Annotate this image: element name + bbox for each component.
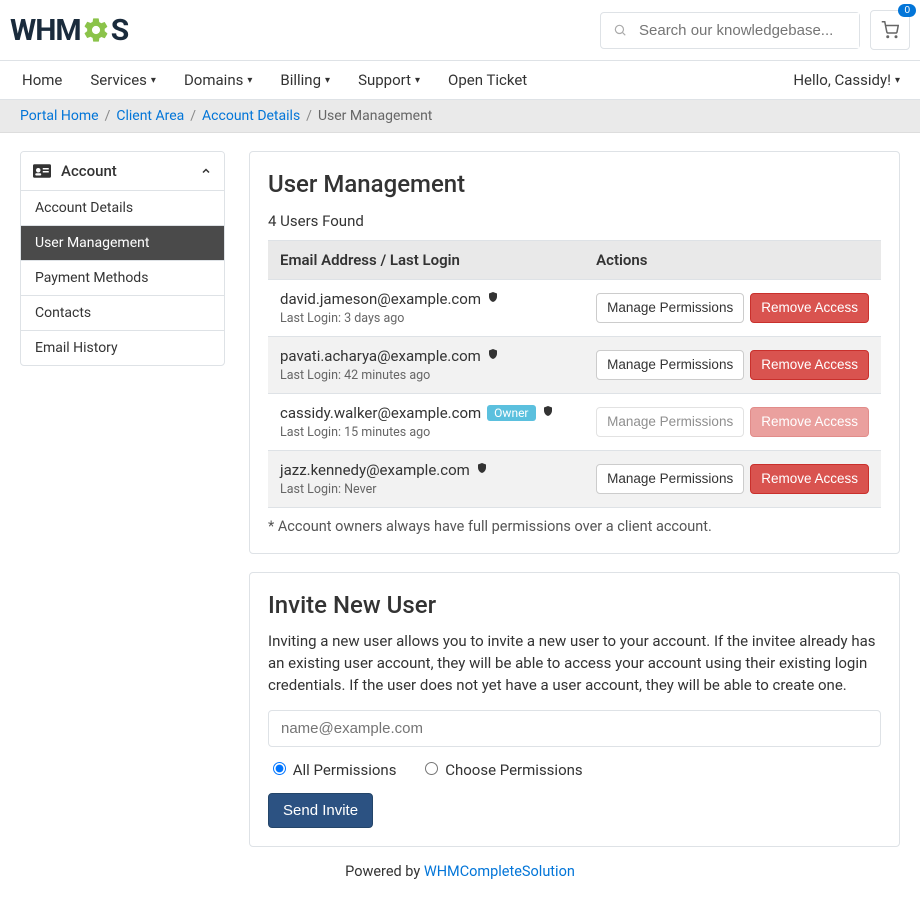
nav-item-billing[interactable]: Billing ▾ (266, 61, 344, 99)
remove-access-button[interactable]: Remove Access (750, 464, 869, 494)
invite-heading: Invite New User (268, 591, 881, 619)
breadcrumb-item[interactable]: Portal Home (20, 108, 99, 124)
users-table: Email Address / Last Login Actions david… (268, 240, 881, 508)
table-row: jazz.kennedy@example.com Last Login: Nev… (268, 451, 881, 508)
nav-item-label: Billing (280, 71, 321, 89)
remove-access-button[interactable]: Remove Access (750, 350, 869, 380)
breadcrumb-item: User Management (318, 108, 432, 124)
chevron-down-icon: ▾ (895, 75, 900, 86)
main-nav: Home Services ▾ Domains ▾ Billing ▾ Support ▾ Ope… (20, 61, 541, 99)
shield-icon (476, 461, 488, 479)
last-login: Last Login: Never (280, 482, 572, 497)
nav-item-label: Services (90, 71, 147, 89)
radio-choose-label: Choose Permissions (445, 761, 582, 779)
cart-button[interactable]: 0 (870, 10, 910, 50)
sidebar-item-account-details[interactable]: Account Details (21, 191, 224, 226)
nav-item-open-ticket[interactable]: Open Ticket (434, 61, 541, 99)
search-icon (601, 23, 639, 37)
page-title: User Management (268, 170, 881, 198)
breadcrumb-item[interactable]: Account Details (202, 108, 300, 124)
breadcrumb-item[interactable]: Client Area (116, 108, 184, 124)
sidebar-account-panel: Account Account DetailsUser ManagementPa… (20, 151, 225, 366)
sidebar-account-toggle[interactable]: Account (21, 152, 224, 191)
user-management-card: User Management 4 Users Found Email Addr… (249, 151, 900, 554)
table-row: david.jameson@example.com Last Login: 3 … (268, 280, 881, 337)
id-card-icon (33, 164, 51, 178)
chevron-down-icon: ▾ (151, 75, 156, 86)
nav-item-domains[interactable]: Domains ▾ (170, 61, 266, 99)
radio-all-permissions[interactable]: All Permissions (268, 759, 396, 779)
logo[interactable]: WHM S (10, 13, 128, 48)
sidebar-item-user-management[interactable]: User Management (21, 226, 224, 261)
invite-blurb: Inviting a new user allows you to invite… (268, 631, 881, 696)
nav-item-label: Domains (184, 71, 243, 89)
user-email: cassidy.walker@example.com (280, 404, 481, 422)
nav-item-label: Home (22, 71, 62, 89)
cart-count-badge: 0 (898, 4, 916, 17)
invite-user-card: Invite New User Inviting a new user allo… (249, 572, 900, 847)
user-email: pavati.acharya@example.com (280, 347, 481, 365)
chevron-down-icon: ▾ (325, 75, 330, 86)
logo-text-left: WHM (10, 13, 81, 48)
radio-choose-permissions[interactable]: Choose Permissions (420, 759, 582, 779)
user-greeting: Hello, Cassidy! (793, 71, 891, 89)
table-row: cassidy.walker@example.com Owner Last Lo… (268, 394, 881, 451)
nav-item-support[interactable]: Support ▾ (344, 61, 434, 99)
owner-badge: Owner (487, 405, 535, 421)
send-invite-button[interactable]: Send Invite (268, 793, 373, 828)
chevron-down-icon: ▾ (415, 75, 420, 86)
remove-access-button: Remove Access (750, 407, 869, 437)
breadcrumb: Portal Home / Client Area / Account Details /… (20, 100, 900, 132)
invite-email-input[interactable] (268, 710, 881, 747)
nav-item-services[interactable]: Services ▾ (76, 61, 170, 99)
breadcrumb-separator: / (105, 108, 111, 124)
sidebar-item-contacts[interactable]: Contacts (21, 296, 224, 331)
last-login: Last Login: 3 days ago (280, 311, 572, 326)
shield-icon (487, 347, 499, 365)
cart-icon (881, 21, 899, 39)
nav-item-label: Open Ticket (448, 71, 527, 89)
chevron-up-icon (200, 165, 212, 177)
manage-permissions-button[interactable]: Manage Permissions (596, 464, 744, 494)
th-email: Email Address / Last Login (268, 241, 584, 280)
remove-access-button[interactable]: Remove Access (750, 293, 869, 323)
radio-all-permissions-input[interactable] (273, 762, 286, 775)
search-input-wrapper (600, 12, 860, 49)
gear-icon (82, 16, 110, 44)
user-email: david.jameson@example.com (280, 290, 481, 308)
chevron-down-icon: ▾ (247, 75, 252, 86)
radio-all-label: All Permissions (293, 761, 397, 779)
manage-permissions-button[interactable]: Manage Permissions (596, 350, 744, 380)
table-row: pavati.acharya@example.com Last Login: 4… (268, 337, 881, 394)
manage-permissions-button[interactable]: Manage Permissions (596, 293, 744, 323)
footer: Powered by WHMCompleteSolution (10, 847, 910, 910)
owner-footnote: * Account owners always have full permis… (268, 518, 881, 535)
shield-icon (542, 404, 554, 422)
user-email: jazz.kennedy@example.com (280, 461, 470, 479)
nav-item-label: Support (358, 71, 411, 89)
shield-icon (487, 290, 499, 308)
breadcrumb-separator: / (190, 108, 196, 124)
footer-link[interactable]: WHMCompleteSolution (424, 863, 575, 880)
user-menu[interactable]: Hello, Cassidy! ▾ (793, 61, 900, 99)
footer-label: Powered by (345, 863, 424, 880)
nav-item-home[interactable]: Home (20, 61, 76, 99)
breadcrumb-separator: / (306, 108, 312, 124)
user-count-text: 4 Users Found (268, 212, 881, 230)
last-login: Last Login: 15 minutes ago (280, 425, 572, 440)
sidebar-title: Account (61, 162, 117, 180)
search-input[interactable] (639, 13, 859, 48)
sidebar-item-payment-methods[interactable]: Payment Methods (21, 261, 224, 296)
manage-permissions-button: Manage Permissions (596, 407, 744, 437)
radio-choose-permissions-input[interactable] (425, 762, 438, 775)
logo-text-right: S (111, 13, 128, 48)
sidebar-item-email-history[interactable]: Email History (21, 331, 224, 365)
th-actions: Actions (584, 241, 881, 280)
last-login: Last Login: 42 minutes ago (280, 368, 572, 383)
